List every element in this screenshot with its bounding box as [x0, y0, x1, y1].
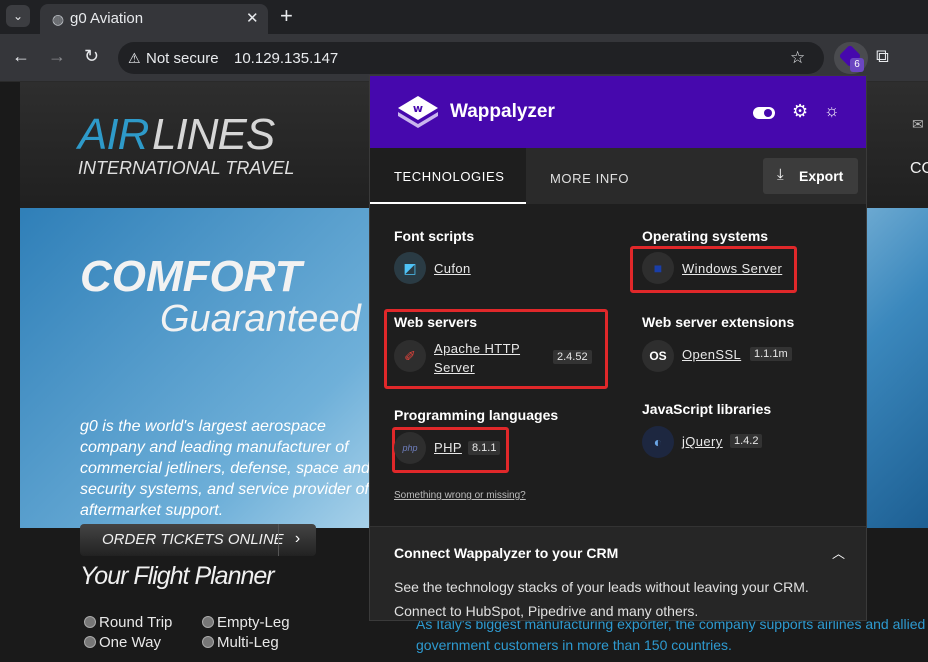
radio-dot[interactable]	[202, 616, 214, 628]
radio-dot[interactable]	[202, 636, 214, 648]
category-web-servers: Web servers	[394, 314, 478, 330]
crm-section: Connect Wappalyzer to your CRM ︿ See the…	[370, 526, 866, 620]
extension-badge: 6	[850, 58, 864, 72]
php-icon: php	[394, 432, 426, 464]
puzzle-icon[interactable]: ⧉	[876, 46, 889, 67]
order-tickets-label: ORDER TICKETS ONLINE	[102, 531, 284, 548]
new-tab-button[interactable]: +	[280, 3, 293, 29]
flight-planner-title: Your Flight Planner	[80, 562, 275, 590]
tab-technologies-label: TECHNOLOGIES	[394, 169, 505, 184]
browser-tab[interactable]: ◍ g0 Aviation ✕	[40, 4, 268, 34]
wappalyzer-logo-icon: w	[398, 96, 438, 128]
nav-contact[interactable]: CONT	[910, 160, 928, 178]
warning-triangle-icon[interactable]: ⚠	[128, 50, 141, 67]
hero-title: COMFORT	[80, 252, 302, 301]
tech-apache-http-server[interactable]: Apache HTTP Server	[434, 339, 544, 377]
gear-icon[interactable]: ⚙	[792, 101, 808, 122]
radio-one-way[interactable]: One Way	[84, 634, 161, 651]
arrow-right-icon[interactable]: →	[48, 46, 66, 67]
radio-dot[interactable]	[84, 636, 96, 648]
wappalyzer-tabs: TECHNOLOGIES MORE INFO ⤓ Export	[370, 148, 866, 204]
tab-title: g0 Aviation	[70, 10, 144, 27]
svg-text:w: w	[413, 102, 423, 115]
crm-text: See the technology stacks of your leads …	[394, 579, 809, 619]
chevron-down-icon[interactable]: ⌄	[6, 5, 30, 27]
order-tickets-button[interactable]: ORDER TICKETS ONLINE ›	[80, 524, 316, 556]
url-text[interactable]: 10.129.135.147	[234, 50, 338, 67]
wappalyzer-extension-button[interactable]: 6	[834, 42, 868, 74]
crm-title[interactable]: Connect Wappalyzer to your CRM	[394, 545, 618, 561]
category-web-server-extensions: Web server extensions	[642, 314, 795, 330]
export-button[interactable]: ⤓ Export	[763, 158, 858, 194]
tech-jquery[interactable]: jQuery	[682, 432, 723, 451]
toggle-switch[interactable]	[753, 107, 775, 119]
hero-subtitle: Guaranteed	[160, 298, 361, 340]
sun-icon[interactable]: ☼	[824, 101, 840, 121]
close-icon[interactable]: ✕	[246, 9, 259, 27]
tech-openssl[interactable]: OpenSSL	[682, 345, 741, 364]
version-badge: 2.4.52	[553, 350, 592, 364]
version-badge: 8.1.1	[468, 441, 501, 455]
radio-label: One Way	[99, 634, 161, 651]
arrow-left-icon[interactable]: ←	[12, 46, 30, 67]
report-issue-link[interactable]: Something wrong or missing?	[394, 490, 526, 501]
radio-round-trip[interactable]: Round Trip	[84, 614, 172, 631]
logo-air[interactable]: AIR	[78, 110, 149, 160]
radio-empty-leg[interactable]: Empty-Leg	[202, 614, 290, 631]
hero-text: g0 is the world's largest aerospace comp…	[80, 418, 370, 519]
wappalyzer-popup: w Wappalyzer ⚙ ☼ TECHNOLOGIES MORE INFO …	[369, 75, 867, 621]
radio-label: Multi-Leg	[217, 634, 279, 651]
star-icon[interactable]: ☆	[790, 48, 805, 68]
wappalyzer-title: Wappalyzer	[450, 101, 555, 122]
category-operating-systems: Operating systems	[642, 228, 769, 244]
tech-php[interactable]: PHP	[434, 438, 462, 457]
radio-multi-leg[interactable]: Multi-Leg	[202, 634, 279, 651]
globe-icon: ◍	[51, 11, 65, 27]
category-javascript-libraries: JavaScript libraries	[642, 401, 772, 417]
windows-icon: ■	[642, 252, 674, 284]
wappalyzer-header: w Wappalyzer ⚙ ☼	[370, 76, 866, 148]
toggle-knob	[764, 109, 772, 117]
export-label: Export	[799, 168, 844, 184]
radio-label: Empty-Leg	[217, 614, 290, 631]
apache-feather-icon: ✐	[394, 340, 426, 372]
radio-dot[interactable]	[84, 616, 96, 628]
download-icon: ⤓	[777, 166, 784, 183]
version-badge: 1.1.1m	[750, 347, 792, 361]
tab-technologies[interactable]: TECHNOLOGIES	[370, 148, 526, 204]
tech-windows-server[interactable]: Windows Server	[682, 259, 782, 278]
reload-icon[interactable]: ↻	[84, 46, 99, 67]
jquery-icon: ◐	[642, 426, 674, 458]
tab-strip: ⌄ ◍ g0 Aviation ✕ +	[0, 0, 928, 34]
category-font-scripts: Font scripts	[394, 228, 475, 244]
logo-lines[interactable]: LINES	[152, 110, 275, 160]
address-bar[interactable]: ⚠ Not secure 10.129.135.147 ☆	[118, 42, 824, 74]
cufon-icon: ◩	[394, 252, 426, 284]
version-badge: 1.4.2	[730, 434, 763, 448]
logo-subtitle: INTERNATIONAL TRAVEL	[78, 158, 295, 178]
mail-icon[interactable]: ✉	[912, 116, 924, 133]
category-programming-languages: Programming languages	[394, 407, 559, 423]
tech-cufon[interactable]: Cufon	[434, 259, 471, 278]
security-label[interactable]: Not secure	[146, 50, 219, 67]
openssl-icon: OS	[642, 340, 674, 372]
tab-more-info[interactable]: MORE INFO	[550, 171, 629, 186]
radio-label: Round Trip	[99, 614, 173, 631]
chevron-right-icon[interactable]: ›	[278, 524, 316, 556]
chevron-up-icon[interactable]: ︿	[832, 543, 845, 562]
